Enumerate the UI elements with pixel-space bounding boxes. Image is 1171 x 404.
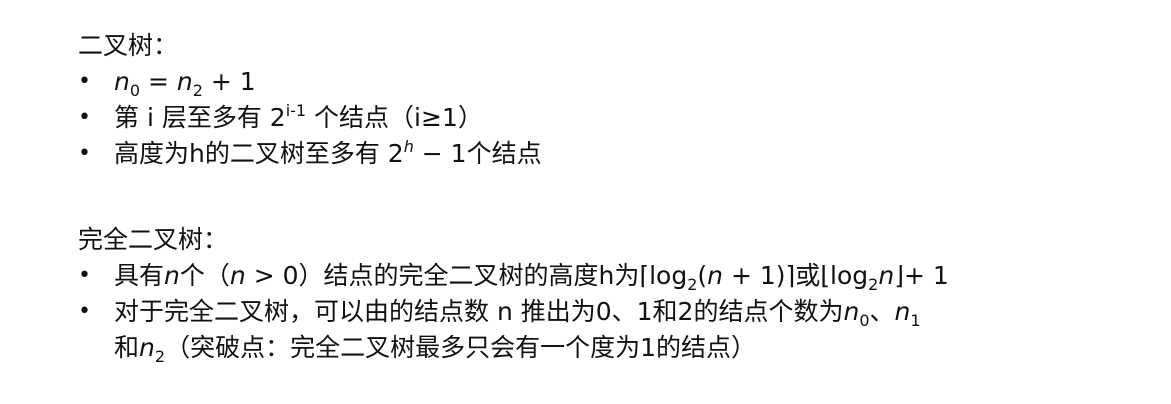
list-item-level-nodes: • 第 i 层至多有 2i-1 个结点（i≥1） (78, 100, 1138, 136)
slide-page: 二叉树： • n0 = n2 + 1 • 第 i 层至多有 2i-1 个结点（i… (0, 0, 1171, 404)
degree-counts-continuation: 和n2（突破点：完全二叉树最多只会有一个度为1的结点） (114, 333, 756, 366)
complete-binary-tree-list: • 具有n个（n > 0）结点的完全二叉树的高度h为⌈log2(n + 1)⌉或… (78, 258, 1138, 366)
bullet: • (78, 69, 91, 94)
bullet: • (78, 141, 91, 166)
list-item-n0-formula: • n0 = n2 + 1 (78, 64, 1138, 100)
bullet: • (78, 105, 91, 130)
list-item-height-nodes: • 高度为h的二叉树至多有 2h − 1个结点 (78, 136, 1138, 172)
binary-tree-section: 二叉树： • n0 = n2 + 1 • 第 i 层至多有 2i-1 个结点（i… (78, 28, 1138, 172)
bullet: • (78, 263, 91, 288)
binary-tree-heading: 二叉树： (78, 31, 179, 60)
list-item-height-formula: • 具有n个（n > 0）结点的完全二叉树的高度h为⌈log2(n + 1)⌉或… (78, 258, 1138, 294)
list-item-degree-counts: • 对于完全二叉树，可以由的结点数 n 推出为0、1和2的结点个数为n0、n1 … (78, 294, 1138, 366)
complete-binary-tree-heading: 完全二叉树： (78, 225, 229, 254)
n0-formula: n0 = n2 + 1 (114, 67, 256, 100)
complete-binary-tree-section: 完全二叉树： • 具有n个（n > 0）结点的完全二叉树的高度h为⌈log2(n… (78, 222, 1138, 366)
bullet: • (78, 299, 91, 324)
binary-tree-list: • n0 = n2 + 1 • 第 i 层至多有 2i-1 个结点（i≥1） •… (78, 64, 1138, 172)
